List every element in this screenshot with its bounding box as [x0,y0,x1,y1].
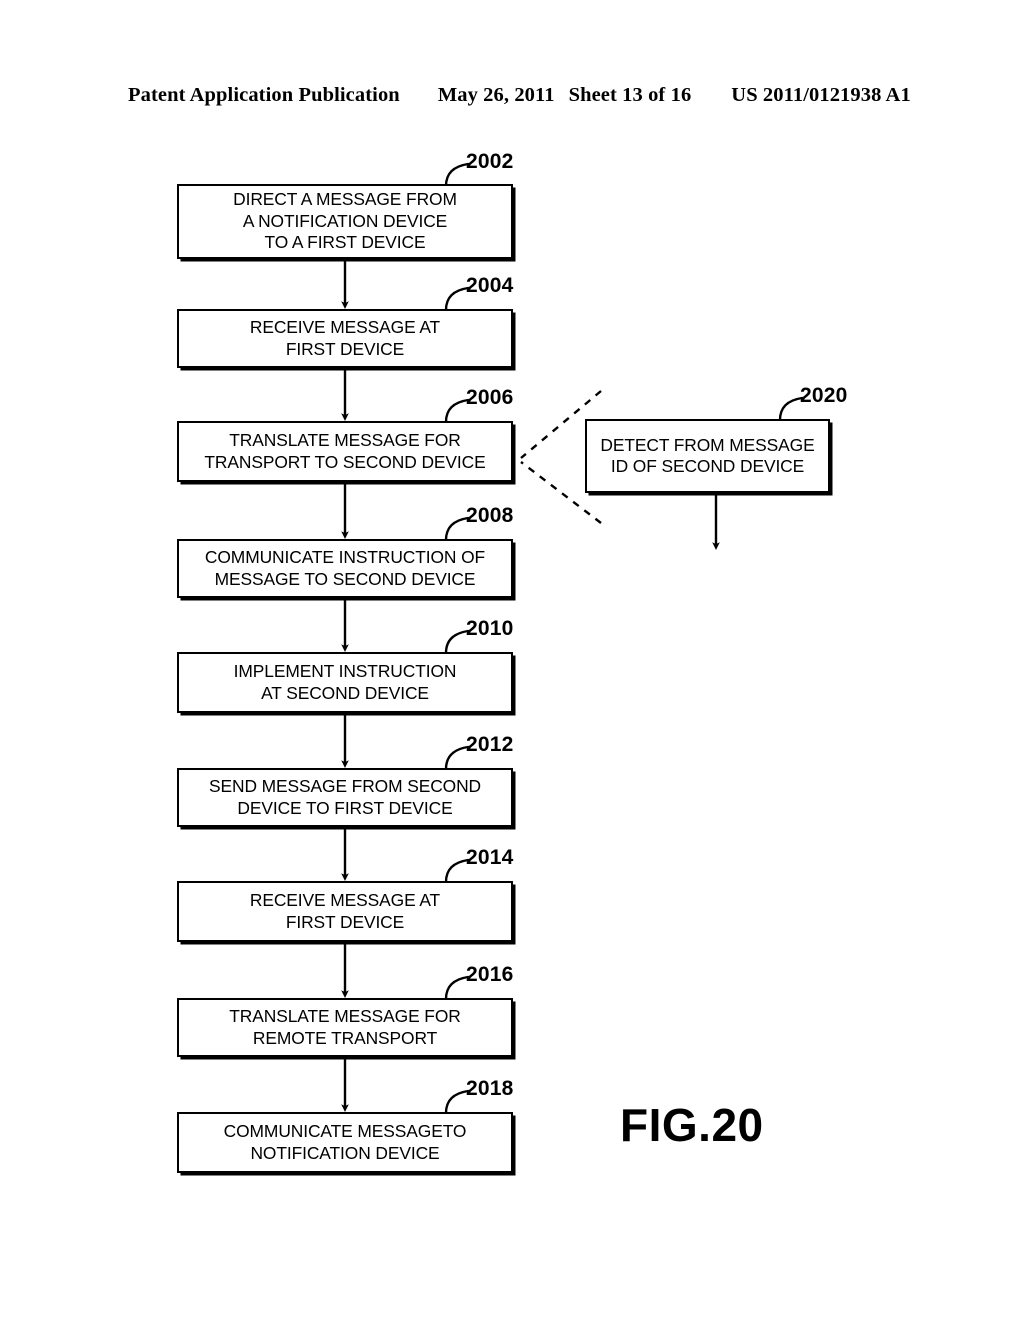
flow-box-2002-label: DIRECT A MESSAGE FROM A NOTIFICATION DEV… [233,189,457,253]
ref-numeral-2012: 2012 [466,733,514,756]
ref-numeral-2006: 2006 [466,386,514,409]
figure-label: FIG.20 [620,1099,764,1151]
leader-2020 [778,396,804,422]
leader-2010 [444,629,470,655]
flow-box-2012-label: SEND MESSAGE FROM SECOND DEVICE TO FIRST… [208,776,482,818]
flow-box-2004[interactable]: RECEIVE MESSAGE AT FIRST DEVICE [177,309,513,368]
leader-2012 [444,745,470,771]
flow-box-2020-label: DETECT FROM MESSAGE ID OF SECOND DEVICE [600,434,815,477]
leader-2014 [444,858,470,884]
flow-box-2014[interactable]: RECEIVE MESSAGE AT FIRST DEVICE [177,881,513,942]
flow-box-2004-label: RECEIVE MESSAGE AT FIRST DEVICE [249,317,441,359]
ref-numeral-2020: 2020 [800,384,848,407]
flow-box-2012[interactable]: SEND MESSAGE FROM SECOND DEVICE TO FIRST… [177,768,513,827]
ref-numeral-2010: 2010 [466,617,514,640]
flow-box-2002[interactable]: DIRECT A MESSAGE FROM A NOTIFICATION DEV… [177,184,513,259]
flow-box-2008-label: COMMUNICATE INSTRUCTION OF MESSAGE TO SE… [204,547,486,589]
leader-2018 [444,1089,470,1115]
patent-figure-20: DIRECT A MESSAGE FROM A NOTIFICATION DEV… [0,0,1024,1320]
ref-numeral-2008: 2008 [466,504,514,527]
ref-numeral-2016: 2016 [466,963,514,986]
flow-box-2020[interactable]: DETECT FROM MESSAGE ID OF SECOND DEVICE [585,419,830,493]
flow-box-2014-label: RECEIVE MESSAGE AT FIRST DEVICE [249,890,441,932]
flow-box-2006-label: TRANSLATE MESSAGE FOR TRANSPORT TO SECON… [204,430,486,472]
leader-2002 [444,162,470,188]
flow-box-2010[interactable]: IMPLEMENT INSTRUCTION AT SECOND DEVICE [177,652,513,713]
leader-2004 [444,286,470,312]
leader-2006 [444,398,470,424]
flow-box-2008[interactable]: COMMUNICATE INSTRUCTION OF MESSAGE TO SE… [177,539,513,598]
flow-box-2016-label: TRANSLATE MESSAGE FOR REMOTE TRANSPORT [229,1006,461,1048]
flow-box-2006[interactable]: TRANSLATE MESSAGE FOR TRANSPORT TO SECON… [177,421,513,482]
leader-2008 [444,516,470,542]
flow-box-2010-label: IMPLEMENT INSTRUCTION AT SECOND DEVICE [233,661,457,703]
leader-2016 [444,975,470,1001]
flow-box-2018-label: COMMUNICATE MESSAGETO NOTIFICATION DEVIC… [223,1121,467,1163]
ref-numeral-2018: 2018 [466,1077,514,1100]
flow-box-2018[interactable]: COMMUNICATE MESSAGETO NOTIFICATION DEVIC… [177,1112,513,1173]
ref-numeral-2004: 2004 [466,274,514,297]
flow-box-2016[interactable]: TRANSLATE MESSAGE FOR REMOTE TRANSPORT [177,998,513,1057]
ref-numeral-2014: 2014 [466,846,514,869]
ref-numeral-2002: 2002 [466,150,514,173]
